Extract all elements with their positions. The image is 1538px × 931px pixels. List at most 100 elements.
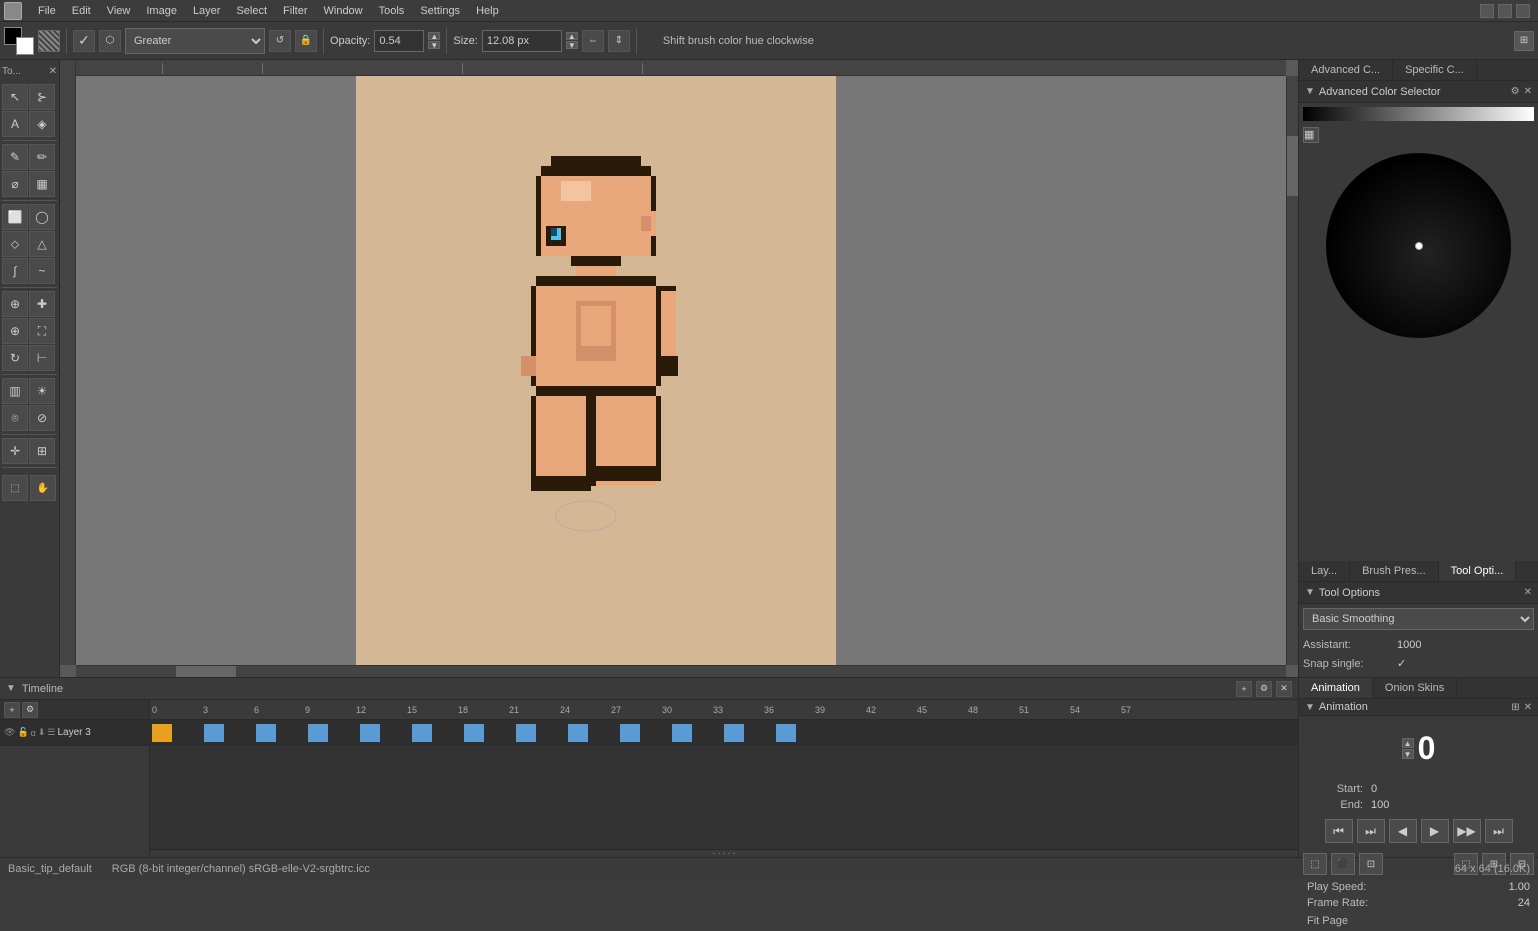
symmetry-icon[interactable]: ⬡ [99, 30, 121, 52]
freehand-tool-btn[interactable]: ⊱ [29, 84, 55, 110]
brush-color-swatch[interactable] [4, 27, 34, 55]
prev-frame-btn[interactable]: ⏭ [1357, 819, 1385, 843]
timeline-resize-handle[interactable]: • • • • • [150, 849, 1298, 857]
resize-tool[interactable]: ⬚ [2, 475, 28, 501]
anim-close-icon[interactable]: ✕ [1524, 702, 1532, 713]
menu-settings[interactable]: Settings [412, 3, 468, 19]
frame-27[interactable] [620, 724, 640, 742]
frame-current[interactable] [152, 724, 172, 742]
frame-33[interactable] [724, 724, 744, 742]
frame-up-btn[interactable]: ▲ [1402, 738, 1414, 748]
canvas-content[interactable] [356, 76, 836, 536]
color-selector-grid-icon[interactable]: ▦ [1303, 127, 1319, 143]
scrollbar-vertical[interactable] [1286, 76, 1298, 665]
tool-preset-icon[interactable]: ✓ [73, 30, 95, 52]
menu-layer[interactable]: Layer [185, 3, 229, 19]
frame-9[interactable] [308, 724, 328, 742]
menu-help[interactable]: Help [468, 3, 507, 19]
color-selector-settings-icon[interactable]: ⚙ [1511, 86, 1520, 97]
tab-animation[interactable]: Animation [1299, 678, 1373, 698]
path-btn[interactable]: ⬦ [2, 231, 28, 257]
tool-options-close-icon[interactable]: ✕ [1524, 587, 1532, 598]
add-layer-btn[interactable]: + [4, 702, 20, 718]
smoothing-select[interactable]: Basic Smoothing No Smoothing Stabilizer … [1303, 608, 1534, 630]
frame-18[interactable] [464, 724, 484, 742]
menu-filter[interactable]: Filter [275, 3, 315, 19]
pan-tool[interactable]: ✋ [30, 475, 56, 501]
timeline-layer-row[interactable]: 👁 🔓 α ⬇ ☰ Layer 3 [0, 720, 149, 746]
size-input[interactable]: 12.08 px [482, 30, 562, 52]
frame-21[interactable] [516, 724, 536, 742]
ellipse-select-btn[interactable]: ◯ [29, 204, 55, 230]
eraser-tool-btn[interactable]: ◈ [29, 111, 55, 137]
menu-edit[interactable]: Edit [64, 3, 99, 19]
timeline-close-btn[interactable]: ✕ [1276, 681, 1292, 697]
zoom-btn[interactable]: ⊕ [2, 318, 28, 344]
anim-collapse[interactable]: ▼ [1305, 702, 1315, 713]
next-frame-btn[interactable]: ▶▶ [1453, 819, 1481, 843]
toolbar-expand-icon[interactable]: ⊞ [1514, 31, 1534, 51]
toolbox-close[interactable]: ✕ [49, 66, 57, 77]
layer-alpha-icon[interactable]: α [31, 728, 36, 738]
crop-btn[interactable]: ⛶ [29, 318, 55, 344]
layer-inherit-icon[interactable]: ⬇ [38, 727, 46, 738]
menu-window[interactable]: Window [316, 3, 371, 19]
anim-expand-icon[interactable]: ⊞ [1511, 702, 1519, 713]
polygon-btn[interactable]: △ [29, 231, 55, 257]
smudge-btn[interactable]: ⌾ [2, 405, 28, 431]
tab-tool-options[interactable]: Tool Opti... [1439, 561, 1517, 581]
skip-first-btn[interactable]: ⏮ [1325, 819, 1353, 843]
bounce-icon[interactable]: ⬛ [1331, 853, 1355, 875]
menu-view[interactable]: View [99, 3, 139, 19]
measure-btn[interactable]: ⊢ [29, 345, 55, 371]
menu-image[interactable]: Image [138, 3, 185, 19]
export-icon[interactable]: ⊡ [1359, 853, 1383, 875]
play-back-btn[interactable]: ◀ [1389, 819, 1417, 843]
clone-btn[interactable]: ⊕ [2, 291, 28, 317]
tab-layers[interactable]: Lay... [1299, 561, 1350, 581]
lock-icon[interactable]: 🔒 [295, 30, 317, 52]
color-gradient-bar[interactable] [1303, 107, 1534, 121]
window-maximize[interactable] [1498, 4, 1512, 18]
menu-file[interactable]: File [30, 3, 64, 19]
arrow-tool-btn[interactable]: ↖ [2, 84, 28, 110]
loop-icon[interactable]: ⬚ [1303, 853, 1327, 875]
fill-tool-btn[interactable]: ▦ [29, 171, 55, 197]
tab-specific-color[interactable]: Specific C... [1393, 60, 1477, 80]
canvas-viewport[interactable] [76, 76, 1286, 665]
flip-h-icon[interactable]: ⇔ [582, 30, 604, 52]
frame-15[interactable] [412, 724, 432, 742]
frame-24[interactable] [568, 724, 588, 742]
color-selector-collapse[interactable]: ▼ [1305, 86, 1315, 97]
frame-6[interactable] [256, 724, 276, 742]
dodge-btn[interactable]: ☀ [29, 378, 55, 404]
calligraphy-btn[interactable]: ~ [29, 258, 55, 284]
opacity-stepper[interactable]: ▲ ▼ [428, 32, 440, 49]
tab-advanced-color[interactable]: Advanced C... [1299, 60, 1393, 80]
paint-tool-btn[interactable]: ✏ [29, 144, 55, 170]
move-btn[interactable]: ✛ [2, 438, 28, 464]
tab-onion-skins[interactable]: Onion Skins [1373, 678, 1457, 698]
timeline-collapse[interactable]: ▼ [6, 683, 16, 694]
heal-btn[interactable]: ✚ [29, 291, 55, 317]
frame-12[interactable] [360, 724, 380, 742]
frame-30[interactable] [672, 724, 692, 742]
reset-icon[interactable]: ↺ [269, 30, 291, 52]
bezier-btn[interactable]: ∫ [2, 258, 28, 284]
color-wheel-selector[interactable] [1415, 242, 1423, 250]
size-stepper[interactable]: ▲ ▼ [566, 32, 578, 49]
color-wheel[interactable] [1326, 153, 1511, 338]
timeline-settings-btn[interactable]: ⚙ [1256, 681, 1272, 697]
frame-36[interactable] [776, 724, 796, 742]
play-btn[interactable]: ▶ [1421, 819, 1449, 843]
brush-mode-select[interactable]: Greater [125, 28, 265, 54]
window-close[interactable] [1516, 4, 1530, 18]
transform-btn[interactable]: ↻ [2, 345, 28, 371]
layer-lock-icon[interactable]: 🔓 [17, 727, 28, 738]
tab-brush-presets[interactable]: Brush Pres... [1350, 561, 1439, 581]
rect-select-btn[interactable]: ⬜ [2, 204, 28, 230]
scrollbar-horizontal[interactable] [76, 665, 1286, 677]
layer-eye-icon[interactable]: 👁 [4, 727, 15, 738]
window-minimize[interactable] [1480, 4, 1494, 18]
timeline-add-btn[interactable]: + [1236, 681, 1252, 697]
